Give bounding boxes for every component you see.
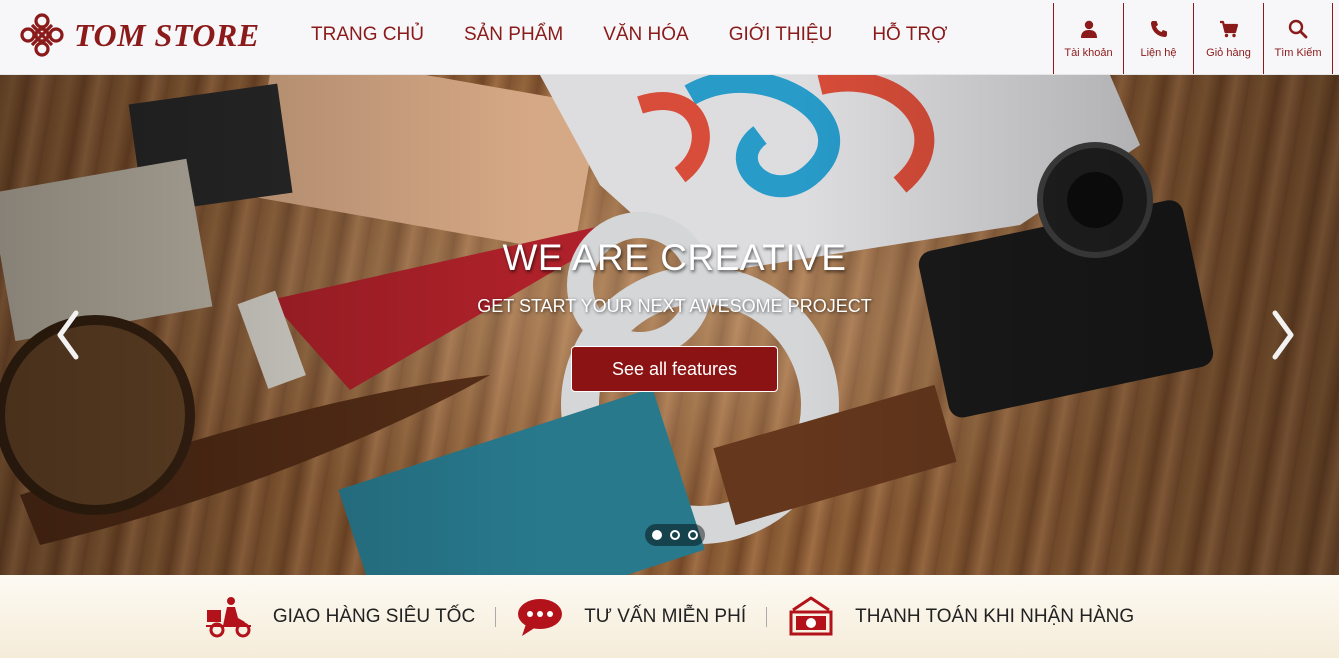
features-strip: GIAO HÀNG SIÊU TỐC TƯ VẤN MIỄN PHÍ THANH… <box>0 575 1339 658</box>
nav-item-about[interactable]: GIỚI THIỆU <box>729 24 833 46</box>
logo[interactable]: TOM STORE <box>18 10 260 60</box>
feature-fast-delivery: GIAO HÀNG SIÊU TỐC <box>205 592 475 642</box>
site-header: TOM STORE TRANG CHỦ SẢN PHẨM VĂN HÓA GIỚ… <box>0 0 1339 75</box>
feature-free-consult: TƯ VẤN MIỄN PHÍ <box>516 592 746 642</box>
account-button[interactable]: Tài khoản <box>1053 3 1123 74</box>
feature-label-consult: TƯ VẤN MIỄN PHÍ <box>584 605 747 627</box>
divider <box>495 606 497 627</box>
user-icon <box>1080 20 1097 38</box>
logo-knot-icon <box>20 13 64 57</box>
see-all-features-button[interactable]: See all features <box>571 346 778 392</box>
main-nav: TRANG CHỦ SẢN PHẨM VĂN HÓA GIỚI THIỆU HỖ… <box>292 24 987 46</box>
carousel-indicators <box>645 524 705 546</box>
search-icon <box>1288 19 1308 38</box>
divider <box>766 606 768 627</box>
hero-overlay <box>0 75 1339 575</box>
chat-bubble-icon <box>518 598 563 636</box>
hero-carousel: WE ARE CREATIVE GET START YOUR NEXT AWES… <box>0 75 1339 575</box>
cart-button[interactable]: Giỏ hàng <box>1193 3 1263 74</box>
nav-item-culture[interactable]: VĂN HÓA <box>603 24 689 46</box>
contact-button[interactable]: Liện hệ <box>1123 3 1193 74</box>
delivery-scooter-icon <box>205 596 251 637</box>
carousel-dot-3[interactable] <box>688 530 698 540</box>
carousel-dot-1[interactable] <box>652 530 662 540</box>
phone-icon <box>1150 20 1167 37</box>
nav-item-support[interactable]: HỖ TRỢ <box>872 24 947 46</box>
account-label: Tài khoản <box>1064 46 1113 59</box>
feature-cod-payment: THANH TOÁN KHI NHẬN HÀNG <box>787 592 1134 642</box>
search-label: Tìm Kiếm <box>1274 46 1322 59</box>
hero-subtitle: GET START YOUR NEXT AWESOME PROJECT <box>477 296 872 316</box>
feature-label-cod: THANH TOÁN KHI NHẬN HÀNG <box>855 605 1135 627</box>
contact-label: Liện hệ <box>1140 46 1177 59</box>
carousel-prev-arrow-icon[interactable] <box>52 305 82 365</box>
carousel-next-arrow-icon[interactable] <box>1269 305 1299 365</box>
carousel-dot-2[interactable] <box>670 530 680 540</box>
cart-icon <box>1219 20 1238 37</box>
cash-icon <box>789 596 833 635</box>
nav-item-home[interactable]: TRANG CHỦ <box>311 24 424 46</box>
hero-title: WE ARE CREATIVE <box>502 237 847 278</box>
feature-label-delivery: GIAO HÀNG SIÊU TỐC <box>272 605 476 627</box>
header-tools: Tài khoản Liện hệ Giỏ hàng Tìm Kiếm <box>1053 3 1333 74</box>
nav-item-products[interactable]: SẢN PHẨM <box>464 24 563 46</box>
cart-label: Giỏ hàng <box>1206 46 1251 59</box>
search-button[interactable]: Tìm Kiếm <box>1263 3 1333 74</box>
brand-name: TOM STORE <box>74 16 260 53</box>
